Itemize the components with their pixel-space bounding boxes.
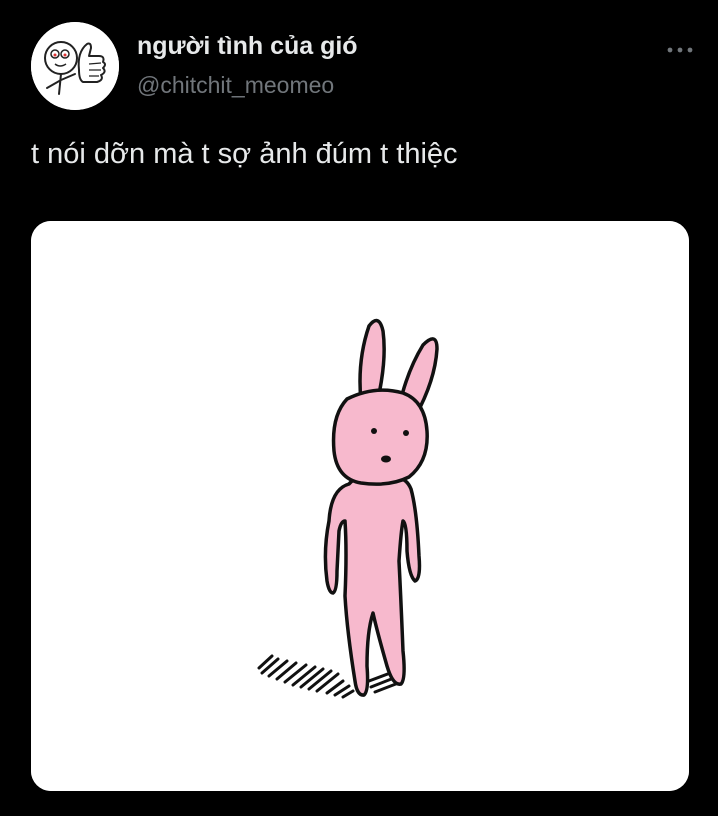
more-horizontal-icon bbox=[667, 47, 693, 53]
bunny-right-eye bbox=[403, 430, 409, 436]
pink-bunny-drawing bbox=[31, 221, 689, 791]
bunny-left-eye bbox=[371, 428, 377, 434]
user-handle[interactable]: @chitchit_meomeo bbox=[137, 72, 334, 99]
bunny-mouth bbox=[381, 455, 391, 463]
bunny-head bbox=[331, 388, 429, 486]
thumbs-up-doodle-avatar-icon bbox=[31, 22, 119, 110]
tweet-media-image[interactable] bbox=[31, 221, 689, 791]
display-name[interactable]: người tình của gió bbox=[137, 32, 358, 61]
avatar[interactable] bbox=[31, 22, 119, 110]
more-options-button[interactable] bbox=[660, 36, 700, 64]
tweet-card[interactable]: người tình của gió @chitchit_meomeo t nó… bbox=[0, 0, 718, 816]
tweet-text: t nói dỡn mà t sợ ảnh đúm t thiệc bbox=[31, 138, 458, 170]
